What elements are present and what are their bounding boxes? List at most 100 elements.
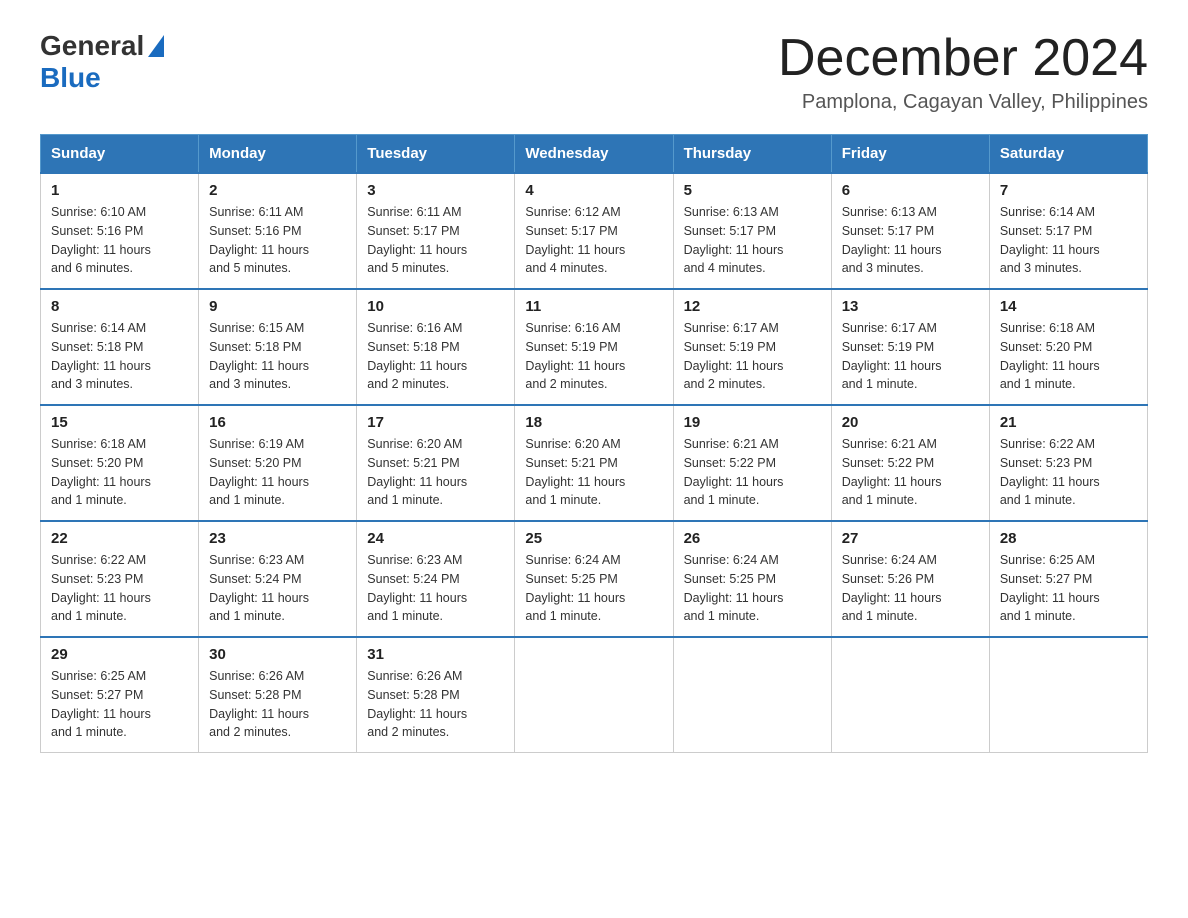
day-number: 18 xyxy=(525,414,662,431)
location-subtitle: Pamplona, Cagayan Valley, Philippines xyxy=(778,91,1148,114)
day-info: Sunrise: 6:21 AMSunset: 5:22 PMDaylight:… xyxy=(842,435,979,510)
calendar-cell: 16Sunrise: 6:19 AMSunset: 5:20 PMDayligh… xyxy=(199,405,357,521)
day-info: Sunrise: 6:26 AMSunset: 5:28 PMDaylight:… xyxy=(367,667,504,742)
day-info: Sunrise: 6:20 AMSunset: 5:21 PMDaylight:… xyxy=(525,435,662,510)
day-number: 2 xyxy=(209,182,346,199)
calendar-cell xyxy=(515,637,673,753)
day-info: Sunrise: 6:22 AMSunset: 5:23 PMDaylight:… xyxy=(1000,435,1137,510)
month-title: December 2024 xyxy=(778,30,1148,87)
calendar-cell: 21Sunrise: 6:22 AMSunset: 5:23 PMDayligh… xyxy=(989,405,1147,521)
calendar-cell: 20 Sunrise: 6:21 AMSunset: 5:22 PMDayligh… xyxy=(831,405,989,521)
day-number: 14 xyxy=(1000,298,1137,315)
col-header-friday: Friday xyxy=(831,135,989,174)
calendar-cell: 29 Sunrise: 6:25 AMSunset: 5:27 PMDayligh… xyxy=(41,637,199,753)
day-number: 4 xyxy=(525,182,662,199)
calendar-cell: 26 Sunrise: 6:24 AMSunset: 5:25 PMDayligh… xyxy=(673,521,831,637)
calendar-cell: 28Sunrise: 6:25 AMSunset: 5:27 PMDayligh… xyxy=(989,521,1147,637)
day-info: Sunrise: 6:25 AMSunset: 5:27 PMDaylight:… xyxy=(51,667,188,742)
day-info: Sunrise: 6:14 AMSunset: 5:18 PMDaylight:… xyxy=(51,319,188,394)
day-info: Sunrise: 6:18 AMSunset: 5:20 PMDaylight:… xyxy=(1000,319,1137,394)
col-header-sunday: Sunday xyxy=(41,135,199,174)
calendar-cell: 24Sunrise: 6:23 AMSunset: 5:24 PMDayligh… xyxy=(357,521,515,637)
day-number: 1 xyxy=(51,182,188,199)
calendar-cell: 8 Sunrise: 6:14 AMSunset: 5:18 PMDaylight… xyxy=(41,289,199,405)
day-info: Sunrise: 6:17 AMSunset: 5:19 PMDaylight:… xyxy=(842,319,979,394)
logo-arrow-icon xyxy=(148,35,164,57)
calendar-cell: 22 Sunrise: 6:22 AMSunset: 5:23 PMDayligh… xyxy=(41,521,199,637)
calendar-cell: 5 Sunrise: 6:13 AMSunset: 5:17 PMDaylight… xyxy=(673,173,831,289)
calendar-cell xyxy=(831,637,989,753)
day-number: 20 xyxy=(842,414,979,431)
day-info: Sunrise: 6:21 AMSunset: 5:22 PMDaylight:… xyxy=(684,435,821,510)
day-number: 17 xyxy=(367,414,504,431)
day-info: Sunrise: 6:23 AMSunset: 5:24 PMDaylight:… xyxy=(367,551,504,626)
calendar-week-row: 8 Sunrise: 6:14 AMSunset: 5:18 PMDaylight… xyxy=(41,289,1148,405)
day-number: 31 xyxy=(367,646,504,663)
day-number: 9 xyxy=(209,298,346,315)
calendar-header-row: SundayMondayTuesdayWednesdayThursdayFrid… xyxy=(41,135,1148,174)
calendar-table: SundayMondayTuesdayWednesdayThursdayFrid… xyxy=(40,134,1148,753)
day-number: 23 xyxy=(209,530,346,547)
calendar-cell: 3 Sunrise: 6:11 AMSunset: 5:17 PMDaylight… xyxy=(357,173,515,289)
day-number: 25 xyxy=(525,530,662,547)
col-header-tuesday: Tuesday xyxy=(357,135,515,174)
day-number: 6 xyxy=(842,182,979,199)
day-info: Sunrise: 6:14 AMSunset: 5:17 PMDaylight:… xyxy=(1000,203,1137,278)
day-number: 30 xyxy=(209,646,346,663)
calendar-cell: 1 Sunrise: 6:10 AMSunset: 5:16 PMDaylight… xyxy=(41,173,199,289)
day-number: 11 xyxy=(525,298,662,315)
day-number: 22 xyxy=(51,530,188,547)
day-number: 10 xyxy=(367,298,504,315)
day-info: Sunrise: 6:20 AMSunset: 5:21 PMDaylight:… xyxy=(367,435,504,510)
calendar-cell: 11Sunrise: 6:16 AMSunset: 5:19 PMDayligh… xyxy=(515,289,673,405)
calendar-cell: 15Sunrise: 6:18 AMSunset: 5:20 PMDayligh… xyxy=(41,405,199,521)
day-number: 15 xyxy=(51,414,188,431)
day-info: Sunrise: 6:11 AMSunset: 5:17 PMDaylight:… xyxy=(367,203,504,278)
calendar-week-row: 29 Sunrise: 6:25 AMSunset: 5:27 PMDayligh… xyxy=(41,637,1148,753)
calendar-cell: 25 Sunrise: 6:24 AMSunset: 5:25 PMDayligh… xyxy=(515,521,673,637)
calendar-cell: 23 Sunrise: 6:23 AMSunset: 5:24 PMDayligh… xyxy=(199,521,357,637)
day-info: Sunrise: 6:10 AMSunset: 5:16 PMDaylight:… xyxy=(51,203,188,278)
day-info: Sunrise: 6:12 AMSunset: 5:17 PMDaylight:… xyxy=(525,203,662,278)
calendar-cell: 13 Sunrise: 6:17 AMSunset: 5:19 PMDayligh… xyxy=(831,289,989,405)
day-info: Sunrise: 6:24 AMSunset: 5:26 PMDaylight:… xyxy=(842,551,979,626)
calendar-week-row: 22 Sunrise: 6:22 AMSunset: 5:23 PMDayligh… xyxy=(41,521,1148,637)
day-number: 5 xyxy=(684,182,821,199)
day-info: Sunrise: 6:16 AMSunset: 5:18 PMDaylight:… xyxy=(367,319,504,394)
logo-blue-text: Blue xyxy=(40,62,101,93)
day-number: 13 xyxy=(842,298,979,315)
calendar-cell: 6Sunrise: 6:13 AMSunset: 5:17 PMDaylight… xyxy=(831,173,989,289)
day-number: 26 xyxy=(684,530,821,547)
day-info: Sunrise: 6:11 AMSunset: 5:16 PMDaylight:… xyxy=(209,203,346,278)
day-info: Sunrise: 6:19 AMSunset: 5:20 PMDaylight:… xyxy=(209,435,346,510)
logo: General Blue xyxy=(40,30,164,94)
day-number: 8 xyxy=(51,298,188,315)
logo-general-text: General xyxy=(40,30,144,62)
day-info: Sunrise: 6:17 AMSunset: 5:19 PMDaylight:… xyxy=(684,319,821,394)
calendar-cell: 4 Sunrise: 6:12 AMSunset: 5:17 PMDaylight… xyxy=(515,173,673,289)
calendar-cell xyxy=(989,637,1147,753)
day-number: 29 xyxy=(51,646,188,663)
calendar-cell: 30Sunrise: 6:26 AMSunset: 5:28 PMDayligh… xyxy=(199,637,357,753)
calendar-cell: 19 Sunrise: 6:21 AMSunset: 5:22 PMDayligh… xyxy=(673,405,831,521)
day-info: Sunrise: 6:13 AMSunset: 5:17 PMDaylight:… xyxy=(684,203,821,278)
day-info: Sunrise: 6:24 AMSunset: 5:25 PMDaylight:… xyxy=(684,551,821,626)
day-number: 12 xyxy=(684,298,821,315)
day-info: Sunrise: 6:23 AMSunset: 5:24 PMDaylight:… xyxy=(209,551,346,626)
col-header-thursday: Thursday xyxy=(673,135,831,174)
day-info: Sunrise: 6:24 AMSunset: 5:25 PMDaylight:… xyxy=(525,551,662,626)
calendar-cell: 7Sunrise: 6:14 AMSunset: 5:17 PMDaylight… xyxy=(989,173,1147,289)
title-block: December 2024 Pamplona, Cagayan Valley, … xyxy=(778,30,1148,114)
col-header-saturday: Saturday xyxy=(989,135,1147,174)
day-info: Sunrise: 6:15 AMSunset: 5:18 PMDaylight:… xyxy=(209,319,346,394)
calendar-cell: 12 Sunrise: 6:17 AMSunset: 5:19 PMDayligh… xyxy=(673,289,831,405)
day-info: Sunrise: 6:22 AMSunset: 5:23 PMDaylight:… xyxy=(51,551,188,626)
day-number: 28 xyxy=(1000,530,1137,547)
calendar-cell: 27Sunrise: 6:24 AMSunset: 5:26 PMDayligh… xyxy=(831,521,989,637)
calendar-cell: 10 Sunrise: 6:16 AMSunset: 5:18 PMDayligh… xyxy=(357,289,515,405)
day-number: 19 xyxy=(684,414,821,431)
calendar-week-row: 15Sunrise: 6:18 AMSunset: 5:20 PMDayligh… xyxy=(41,405,1148,521)
calendar-week-row: 1 Sunrise: 6:10 AMSunset: 5:16 PMDaylight… xyxy=(41,173,1148,289)
day-number: 3 xyxy=(367,182,504,199)
calendar-cell: 14 Sunrise: 6:18 AMSunset: 5:20 PMDayligh… xyxy=(989,289,1147,405)
